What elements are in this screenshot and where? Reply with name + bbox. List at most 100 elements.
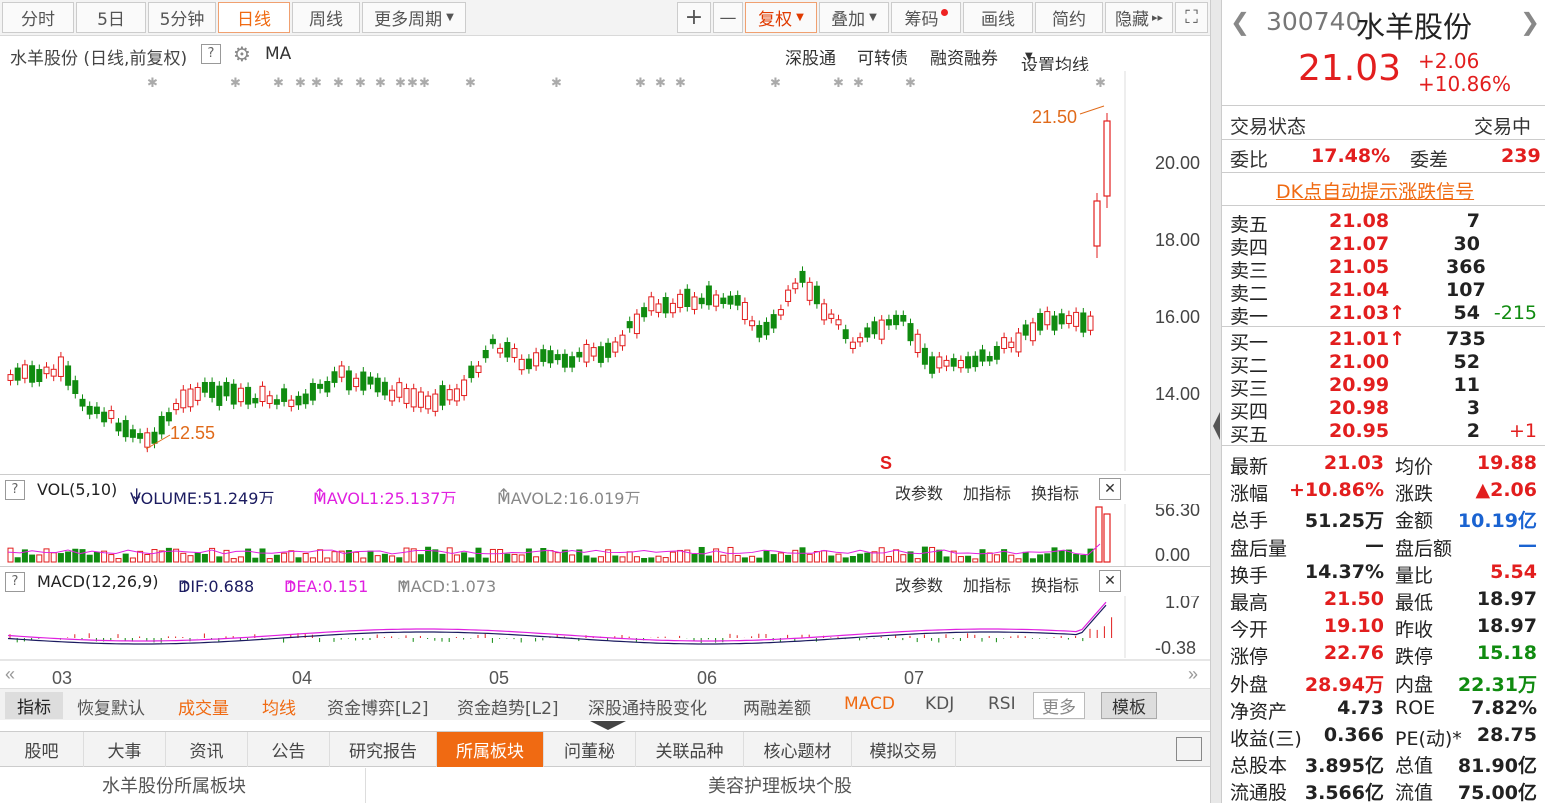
help-icon[interactable]: ? (5, 572, 25, 592)
export-icon[interactable] (1176, 737, 1202, 761)
volume-bar (518, 554, 525, 563)
kline-panel[interactable]: ✱ ✱ ✱ ✱ ✱ ✱ ✱ ✱ ✱ ✱ ✱ ✱ ✱ ✱ ✱ ✱ ✱ ✱ ✱ ✱ ✱ 20.00 18.00 16.00 … (0, 71, 1210, 471)
indicator-fund-game[interactable]: 资金博弈[L2] (327, 694, 429, 719)
reset-default[interactable]: 恢复默认 (77, 694, 145, 719)
more-indicators-button[interactable]: 更多 (1033, 692, 1085, 719)
chips-button[interactable]: 筹码 (891, 2, 961, 33)
collapse-handle-icon[interactable] (590, 721, 626, 730)
event-marker-icon[interactable]: ✱ (355, 75, 366, 90)
event-marker-icon[interactable]: ✱ (375, 75, 386, 90)
event-marker-icon[interactable]: ✱ (655, 75, 666, 90)
event-marker-icon[interactable]: ✱ (770, 75, 781, 90)
ask-row[interactable]: 卖一 21.03↑ 54 -215 (1222, 302, 1545, 328)
tab-announcements[interactable]: 公告 (248, 732, 330, 767)
vol-panel[interactable]: 56.30 0.00 (0, 504, 1210, 566)
gear-icon[interactable]: ⚙ (233, 42, 251, 66)
indicator-volume[interactable]: 成交量 (178, 694, 229, 719)
event-marker-icon[interactable]: ✱ (465, 75, 476, 90)
link-convertible[interactable]: 可转债 (857, 44, 908, 69)
indicator-macd[interactable]: MACD (844, 694, 895, 714)
simple-mode-button[interactable]: 简约 (1035, 2, 1103, 33)
vol-add-indicator[interactable]: 加指标 (963, 480, 1011, 504)
next-stock-icon[interactable]: ❯ (1520, 8, 1540, 36)
indicator-toggle[interactable]: 指标 (5, 692, 63, 719)
fuquan-dropdown[interactable]: 复权 ▼ (745, 2, 817, 33)
event-marker-icon[interactable]: ✱ (833, 75, 844, 90)
macd-panel[interactable]: 1.07 -0.38 « » 03 04 05 06 07 (0, 596, 1210, 688)
link-hk-connect[interactable]: 深股通 (785, 44, 836, 69)
more-periods-dropdown[interactable]: 更多周期 ▼ (362, 2, 466, 33)
tab-research[interactable]: 研究报告 (330, 732, 437, 767)
indicator-margin-diff[interactable]: 两融差额 (743, 694, 811, 719)
event-marker-icon[interactable]: ✱ (1095, 75, 1106, 90)
bid-row[interactable]: 买二 21.00 52 (1222, 351, 1545, 377)
vol-swap-indicator[interactable]: 换指标 (1031, 480, 1079, 504)
ask-row[interactable]: 卖五 21.08 7 (1222, 210, 1545, 236)
indicator-ma[interactable]: 均线 (262, 694, 296, 719)
macd-change-params[interactable]: 改参数 (895, 572, 943, 596)
ask-row[interactable]: 卖二 21.04 107 (1222, 279, 1545, 305)
indicator-rsi[interactable]: RSI (988, 694, 1016, 714)
event-marker-icon[interactable]: ✱ (853, 75, 864, 90)
indicator-kdj[interactable]: KDJ (925, 694, 954, 714)
event-marker-icon[interactable]: ✱ (147, 75, 158, 90)
event-marker-icon[interactable]: ✱ (419, 75, 430, 90)
draw-line-button[interactable]: 画线 (963, 2, 1033, 33)
zoom-out-button[interactable]: — (713, 2, 743, 33)
kline-chart[interactable]: ✱ ✱ ✱ ✱ ✱ ✱ ✱ ✱ ✱ ✱ ✱ ✱ ✱ ✱ ✱ ✱ ✱ ✱ ✱ ✱ ✱ 20.00 18.00 16.00 … (0, 71, 1210, 471)
tab-ask-secretary[interactable]: 问董秘 (544, 732, 636, 767)
event-marker-icon[interactable]: ✱ (311, 75, 322, 90)
event-marker-icon[interactable]: ✱ (295, 75, 306, 90)
overlay-dropdown[interactable]: 叠加 ▼ (819, 2, 889, 33)
event-marker-icon[interactable]: ✱ (273, 75, 284, 90)
tab-news[interactable]: 资讯 (166, 732, 248, 767)
fullscreen-icon[interactable]: ⛶ (1175, 2, 1208, 33)
tab-related[interactable]: 关联品种 (636, 732, 744, 767)
panel-splitter[interactable] (1210, 0, 1222, 803)
tab-5day[interactable]: 5日 (76, 2, 146, 33)
tab-5min[interactable]: 5分钟 (148, 2, 216, 33)
tab-daily[interactable]: 日线 (218, 2, 290, 33)
help-icon[interactable]: ? (201, 44, 221, 64)
event-marker-icon[interactable]: ✱ (635, 75, 646, 90)
volume-bar (612, 555, 619, 563)
help-icon[interactable]: ? (5, 480, 25, 500)
event-marker-icon[interactable]: ✱ (551, 75, 562, 90)
template-button[interactable]: 模板 (1101, 692, 1157, 719)
tab-weekly[interactable]: 周线 (292, 2, 360, 33)
zoom-in-button[interactable]: + (677, 2, 711, 33)
indicator-hk-holding[interactable]: 深股通持股变化 (588, 694, 707, 719)
ask-row[interactable]: 卖三 21.05 366 (1222, 256, 1545, 282)
bid-row[interactable]: 买五 20.95 2 +1 (1222, 420, 1545, 446)
dk-signal-link[interactable]: DK点自动提示涨跌信号 (1276, 177, 1474, 204)
event-marker-icon[interactable]: ✱ (395, 75, 406, 90)
macd-add-indicator[interactable]: 加指标 (963, 572, 1011, 596)
collapse-arrow-icon[interactable] (1213, 412, 1220, 440)
sell-signal-marker[interactable]: S (880, 453, 892, 471)
macd-swap-indicator[interactable]: 换指标 (1031, 572, 1079, 596)
link-margin[interactable]: 融资融券 (930, 44, 998, 69)
tab-sim-trade[interactable]: 模拟交易 (852, 732, 956, 767)
indicator-fund-trend[interactable]: 资金趋势[L2] (457, 694, 559, 719)
event-marker-icon[interactable]: ✱ (407, 75, 418, 90)
close-icon[interactable]: ✕ (1099, 570, 1121, 592)
bid-row[interactable]: 买四 20.98 3 (1222, 397, 1545, 423)
scroll-right-icon[interactable]: » (1188, 664, 1198, 684)
close-icon[interactable]: ✕ (1099, 478, 1121, 500)
prev-stock-icon[interactable]: ❮ (1230, 8, 1250, 36)
tab-events[interactable]: 大事 (84, 732, 166, 767)
tab-sectors[interactable]: 所属板块 (437, 732, 544, 767)
hide-button[interactable]: 隐藏 ▸▸ (1105, 2, 1173, 33)
scroll-left-icon[interactable]: « (5, 664, 15, 684)
tab-intraday[interactable]: 分时 (2, 2, 74, 33)
tab-themes[interactable]: 核心题材 (744, 732, 852, 767)
bid-row[interactable]: 买一 21.01↑ 735 (1222, 328, 1545, 354)
vol-change-params[interactable]: 改参数 (895, 480, 943, 504)
event-marker-icon[interactable]: ✱ (230, 75, 241, 90)
tab-guba[interactable]: 股吧 (0, 732, 84, 767)
event-marker-icon[interactable]: ✱ (675, 75, 686, 90)
event-marker-icon[interactable]: ✱ (905, 75, 916, 90)
event-marker-icon[interactable]: ✱ (333, 75, 344, 90)
bid-row[interactable]: 买三 20.99 11 (1222, 374, 1545, 400)
ask-row[interactable]: 卖四 21.07 30 (1222, 233, 1545, 259)
